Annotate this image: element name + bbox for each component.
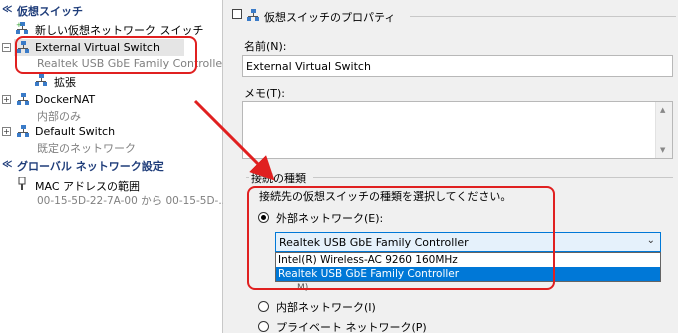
annotation-arrow-icon: [193, 99, 275, 181]
